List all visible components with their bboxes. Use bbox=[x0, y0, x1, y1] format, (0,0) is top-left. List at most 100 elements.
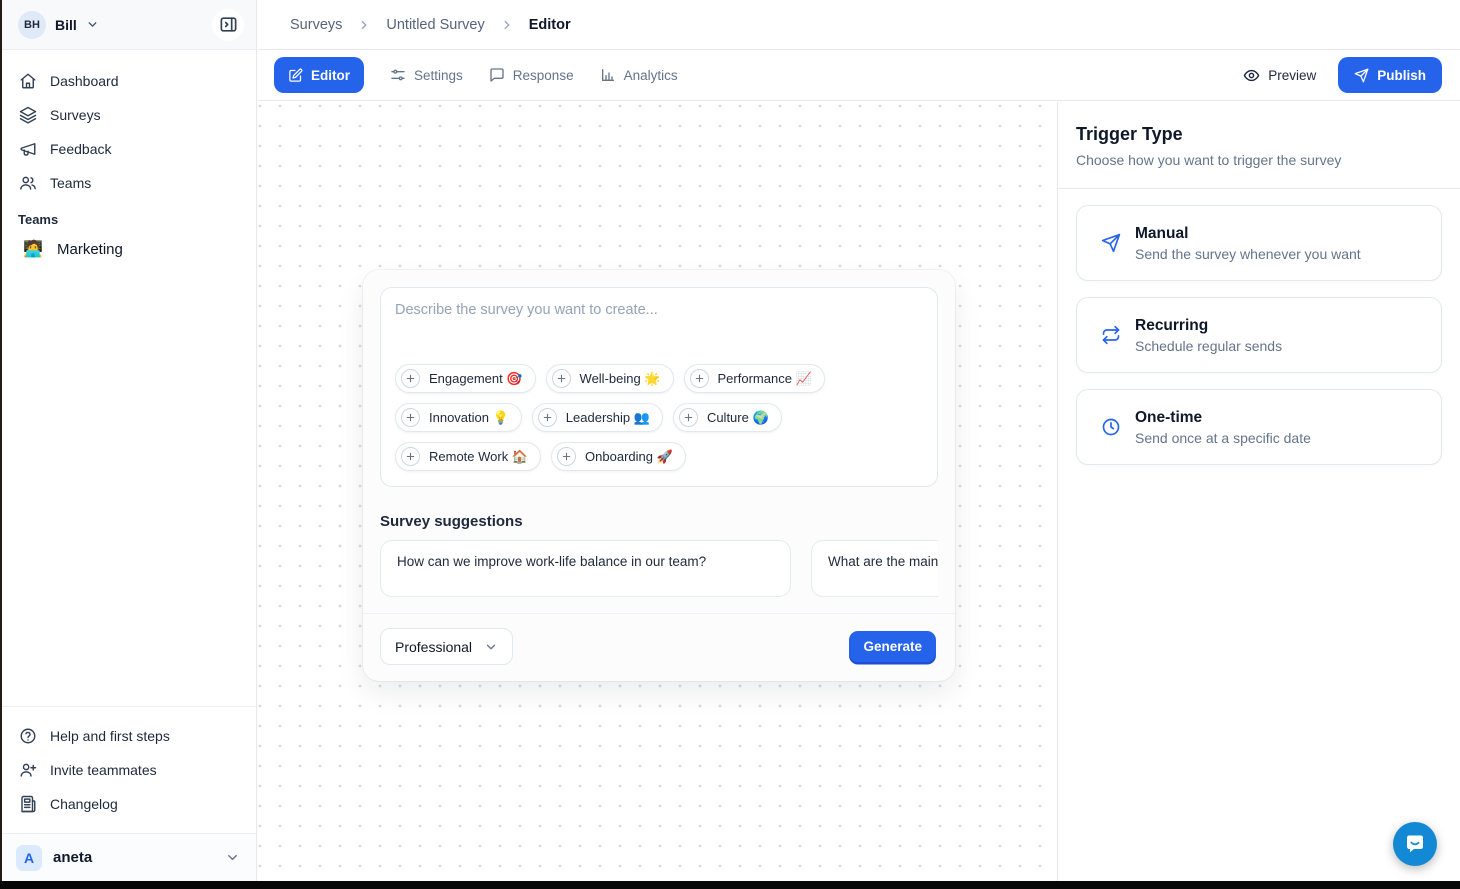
topic-chip-innovation[interactable]: Innovation 💡 bbox=[395, 403, 522, 432]
help-circle-icon bbox=[19, 727, 37, 745]
tone-select[interactable]: Professional bbox=[380, 628, 513, 665]
eye-icon bbox=[1243, 67, 1260, 84]
preview-button[interactable]: Preview bbox=[1243, 67, 1316, 84]
pencil-square-icon bbox=[288, 68, 303, 83]
plus-icon bbox=[557, 447, 576, 466]
chevron-down-icon bbox=[225, 850, 240, 865]
sidebar-item-help[interactable]: Help and first steps bbox=[10, 719, 246, 753]
team-label: Marketing bbox=[57, 241, 123, 258]
main-region: Surveys Untitled Survey Editor Editor Se… bbox=[258, 0, 1460, 881]
survey-generator-panel: Describe the survey you want to create..… bbox=[363, 270, 955, 681]
chevron-down-icon bbox=[86, 18, 99, 31]
breadcrumb-untitled-survey[interactable]: Untitled Survey bbox=[386, 17, 484, 33]
topic-chip-culture[interactable]: Culture 🌍 bbox=[673, 403, 782, 432]
workspace-avatar: BH bbox=[18, 11, 46, 39]
topic-label: Innovation 💡 bbox=[429, 410, 509, 426]
sidebar-item-label: Surveys bbox=[50, 107, 101, 123]
topic-chip-performance[interactable]: Performance 📈 bbox=[684, 364, 825, 393]
tone-value: Professional bbox=[395, 639, 472, 655]
preview-label: Preview bbox=[1268, 68, 1316, 83]
panel-subtitle: Choose how you want to trigger the surve… bbox=[1076, 152, 1442, 168]
topic-chip-engagement[interactable]: Engagement 🎯 bbox=[395, 364, 536, 393]
survey-prompt-input[interactable]: Describe the survey you want to create..… bbox=[380, 287, 938, 487]
tab-editor[interactable]: Editor bbox=[274, 57, 364, 93]
plus-icon bbox=[401, 369, 420, 388]
send-icon bbox=[1354, 68, 1369, 83]
suggestions-title: Survey suggestions bbox=[380, 513, 938, 530]
sidebar-collapse-button[interactable] bbox=[212, 9, 244, 41]
window-edge-left bbox=[0, 0, 2, 889]
sidebar-footer-nav: Help and first steps Invite teammates Ch… bbox=[0, 706, 256, 833]
trigger-panel-header: Trigger Type Choose how you want to trig… bbox=[1058, 102, 1460, 189]
changelog-icon bbox=[19, 795, 37, 813]
account-avatar: A bbox=[16, 845, 42, 871]
sidebar-item-dashboard[interactable]: Dashboard bbox=[10, 64, 246, 98]
sidebar-item-label: Feedback bbox=[50, 141, 111, 157]
topic-chip-remote-work[interactable]: Remote Work 🏠 bbox=[395, 442, 541, 471]
topic-label: Well-being 🌟 bbox=[580, 371, 661, 387]
option-description: Schedule regular sends bbox=[1135, 338, 1282, 354]
panel-title: Trigger Type bbox=[1076, 124, 1442, 145]
suggestion-card[interactable]: How can we improve work-life balance in … bbox=[380, 540, 791, 597]
account-menu[interactable]: A aneta bbox=[0, 833, 256, 881]
sidebar-item-invite[interactable]: Invite teammates bbox=[10, 753, 246, 787]
sidebar-item-teams[interactable]: Teams bbox=[10, 166, 246, 200]
topic-label: Onboarding 🚀 bbox=[585, 449, 673, 465]
workspace-switcher[interactable]: BH Bill bbox=[0, 0, 256, 50]
clock-icon bbox=[1101, 417, 1121, 437]
sidebar-item-changelog[interactable]: Changelog bbox=[10, 787, 246, 821]
chevron-down-icon bbox=[484, 640, 498, 654]
publish-button[interactable]: Publish bbox=[1338, 57, 1442, 93]
sidebar-item-label: Dashboard bbox=[50, 73, 119, 89]
chevron-right-icon bbox=[500, 18, 514, 32]
plus-icon bbox=[679, 408, 698, 427]
generate-button[interactable]: Generate bbox=[849, 631, 936, 662]
breadcrumb-surveys[interactable]: Surveys bbox=[290, 17, 342, 33]
editor-canvas[interactable]: Describe the survey you want to create..… bbox=[258, 102, 1057, 881]
sidebar-item-label: Invite teammates bbox=[50, 762, 157, 778]
topic-label: Culture 🌍 bbox=[707, 410, 769, 426]
topic-label: Engagement 🎯 bbox=[429, 371, 523, 387]
sliders-icon bbox=[390, 67, 406, 83]
prompt-placeholder: Describe the survey you want to create..… bbox=[395, 302, 923, 318]
user-plus-icon bbox=[19, 761, 37, 779]
message-square-icon bbox=[489, 67, 505, 83]
tab-label: Editor bbox=[311, 68, 350, 83]
sidebar: BH Bill Dashboard Surveys Feedback T bbox=[0, 0, 257, 881]
users-icon bbox=[19, 174, 37, 192]
home-icon bbox=[19, 72, 37, 90]
sidebar-item-marketing[interactable]: 🧑‍💻 Marketing bbox=[10, 231, 246, 267]
trigger-option-manual[interactable]: Manual Send the survey whenever you want bbox=[1076, 205, 1442, 281]
tab-settings[interactable]: Settings bbox=[390, 67, 463, 83]
plus-icon bbox=[401, 408, 420, 427]
tab-analytics[interactable]: Analytics bbox=[600, 67, 678, 83]
topic-label: Leadership 👥 bbox=[566, 410, 650, 426]
team-emoji: 🧑‍💻 bbox=[23, 239, 43, 259]
tab-response[interactable]: Response bbox=[489, 67, 574, 83]
repeat-icon bbox=[1101, 325, 1121, 345]
teams-section-label: Teams bbox=[0, 200, 256, 231]
panel-collapse-icon bbox=[219, 15, 238, 34]
option-title: Recurring bbox=[1135, 317, 1282, 335]
topic-label: Performance 📈 bbox=[718, 371, 812, 387]
editor-toolbar: Editor Settings Response Analytics Previ… bbox=[258, 50, 1460, 101]
sidebar-item-feedback[interactable]: Feedback bbox=[10, 132, 246, 166]
trigger-option-one-time[interactable]: One-time Send once at a specific date bbox=[1076, 389, 1442, 465]
tab-label: Settings bbox=[414, 68, 463, 83]
topic-chip-onboarding[interactable]: Onboarding 🚀 bbox=[551, 442, 686, 471]
sidebar-item-label: Teams bbox=[50, 175, 91, 191]
send-icon bbox=[1101, 233, 1121, 253]
suggestions-row: How can we improve work-life balance in … bbox=[380, 540, 938, 597]
trigger-option-recurring[interactable]: Recurring Schedule regular sends bbox=[1076, 297, 1442, 373]
breadcrumb-editor: Editor bbox=[529, 17, 571, 33]
plus-icon bbox=[538, 408, 557, 427]
account-name: aneta bbox=[53, 849, 92, 866]
app-window: BH Bill Dashboard Surveys Feedback T bbox=[0, 0, 1460, 889]
topic-chip-well-being[interactable]: Well-being 🌟 bbox=[546, 364, 674, 393]
suggestion-card[interactable]: What are the main ob bbox=[811, 540, 938, 597]
sidebar-item-surveys[interactable]: Surveys bbox=[10, 98, 246, 132]
chat-launcher-button[interactable] bbox=[1393, 822, 1437, 866]
option-description: Send once at a specific date bbox=[1135, 430, 1311, 446]
topic-chip-leadership[interactable]: Leadership 👥 bbox=[532, 403, 663, 432]
option-title: Manual bbox=[1135, 225, 1361, 243]
